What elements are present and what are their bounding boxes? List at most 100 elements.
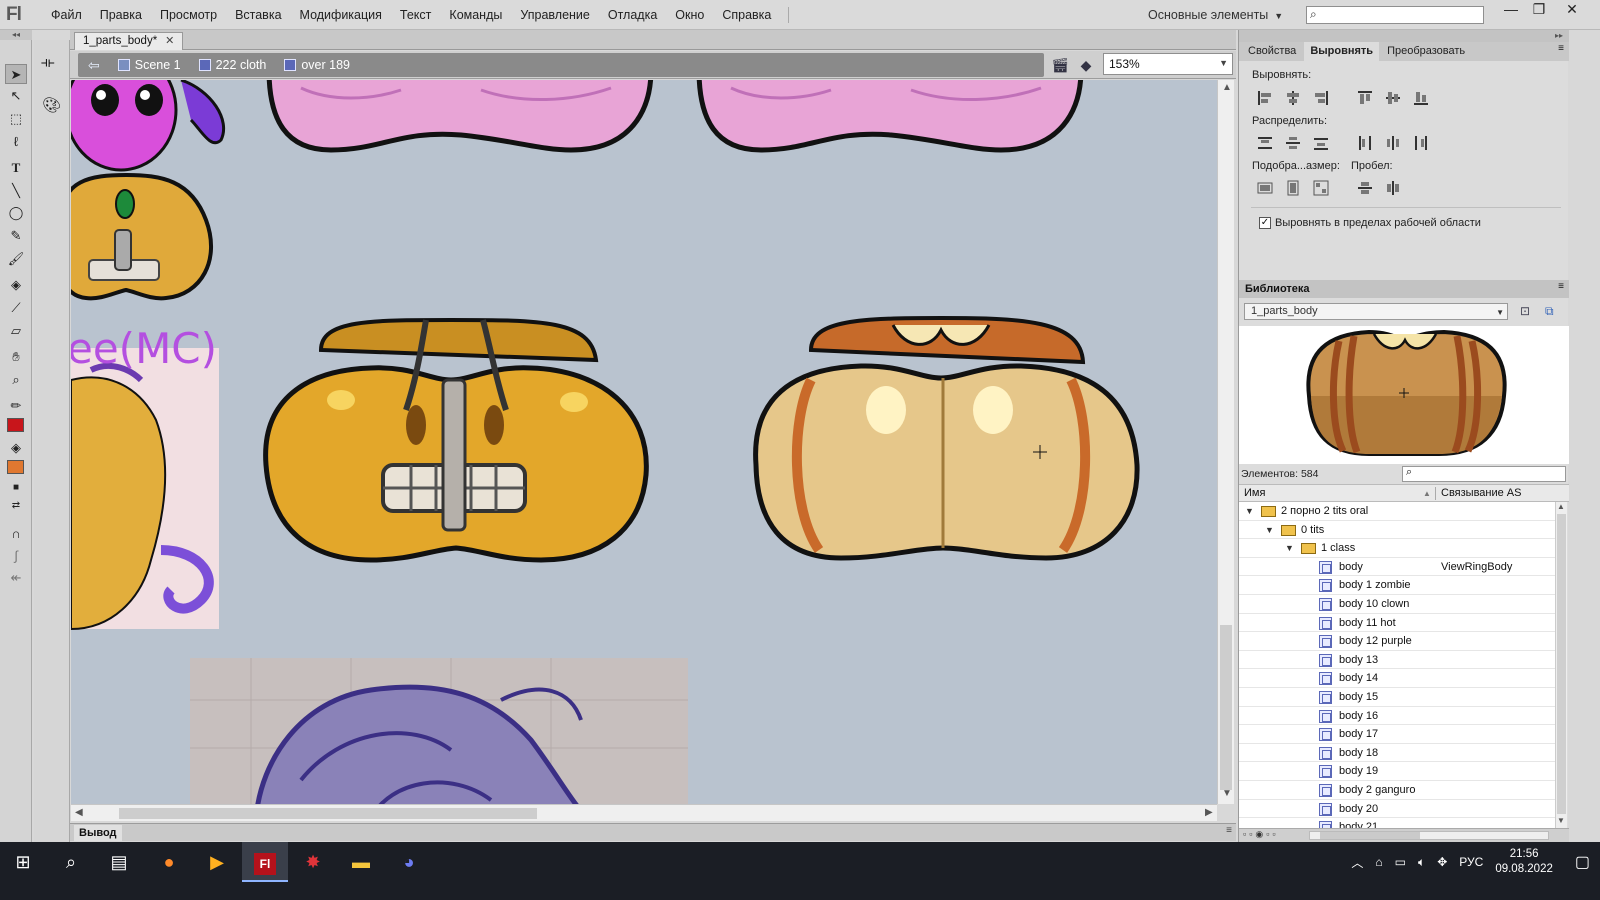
- output-tab[interactable]: Вывод: [74, 825, 122, 841]
- library-folder-row[interactable]: ▼ 1 class: [1239, 539, 1555, 558]
- palette-icon[interactable]: 🎨︎: [42, 96, 61, 114]
- align-hcenter-icon[interactable]: [1284, 89, 1302, 105]
- menu-item-5[interactable]: Текст: [391, 0, 440, 30]
- library-symbol-row[interactable]: body 11 hot: [1239, 613, 1555, 633]
- tray-app-icon[interactable]: ⌂: [1375, 855, 1382, 869]
- scroll-up-icon[interactable]: ▲: [1557, 502, 1565, 511]
- hand-tool-icon[interactable]: ✋︎: [5, 347, 27, 367]
- space-vertical-icon[interactable]: [1356, 179, 1374, 195]
- oval-tool-icon[interactable]: ◯: [5, 203, 27, 223]
- stroke-color-swatch[interactable]: [7, 418, 24, 432]
- match-height-icon[interactable]: [1284, 179, 1302, 196]
- network-icon[interactable]: ▭: [1395, 855, 1406, 869]
- panel-menu-icon[interactable]: ≡: [1558, 43, 1564, 54]
- zoom-select[interactable]: 153% ▼: [1103, 53, 1233, 75]
- edit-scene-icon[interactable]: 🎬︎: [1051, 56, 1069, 74]
- library-menu-icon[interactable]: ≡: [1558, 281, 1564, 292]
- scroll-thumb[interactable]: [1220, 625, 1232, 790]
- back-arrow-icon[interactable]: ⇦: [88, 57, 100, 74]
- to-stage-checkbox-row[interactable]: ✓ Выровнять в пределах рабочей области: [1259, 217, 1481, 229]
- library-document-select[interactable]: 1_parts_body ▼: [1244, 303, 1508, 320]
- straighten-icon[interactable]: ↞: [5, 568, 27, 588]
- pin-library-icon[interactable]: ⊡: [1520, 304, 1530, 318]
- expand-triangle-icon[interactable]: ▼: [1265, 521, 1274, 539]
- lasso-tool-icon[interactable]: ℓ: [5, 132, 27, 152]
- menu-item-9[interactable]: Окно: [666, 0, 713, 30]
- breadcrumb-symbol-2[interactable]: over 189: [284, 58, 350, 72]
- firefox-icon[interactable]: ●: [146, 842, 192, 882]
- notifications-icon[interactable]: ▢: [1575, 852, 1590, 872]
- menu-item-4[interactable]: Модификация: [291, 0, 391, 30]
- menu-item-10[interactable]: Справка: [713, 0, 780, 30]
- free-transform-tool-icon[interactable]: ⬚: [5, 109, 27, 129]
- scroll-thumb[interactable]: [1320, 832, 1420, 839]
- library-scrollbar[interactable]: ▲ ▼: [1555, 502, 1567, 828]
- library-search-input[interactable]: ⌕: [1402, 466, 1566, 482]
- library-symbol-row[interactable]: body ViewRingBody: [1239, 557, 1555, 577]
- tab-properties[interactable]: Свойства: [1242, 42, 1302, 61]
- library-symbol-row[interactable]: body 14: [1239, 669, 1555, 688]
- scroll-up-icon[interactable]: ▲: [1222, 82, 1232, 93]
- menu-item-6[interactable]: Команды: [440, 0, 511, 30]
- swap-colors-icon[interactable]: ⇄: [5, 496, 27, 516]
- distribute-bottom-icon[interactable]: [1312, 134, 1330, 150]
- close-tab-icon[interactable]: ✕: [165, 33, 174, 50]
- distribute-hcenter-icon[interactable]: [1384, 134, 1402, 150]
- scroll-right-icon[interactable]: ▶: [1205, 807, 1213, 818]
- align-bottom-icon[interactable]: [1412, 89, 1430, 105]
- text-tool-icon[interactable]: T: [5, 158, 27, 178]
- checkbox-checked-icon[interactable]: ✓: [1259, 217, 1271, 229]
- eraser-tool-icon[interactable]: ▱: [5, 321, 27, 341]
- library-panel-title[interactable]: Библиотека: [1239, 280, 1569, 298]
- library-symbol-row[interactable]: body 16: [1239, 706, 1555, 726]
- space-horizontal-icon[interactable]: [1384, 179, 1402, 195]
- menu-item-7[interactable]: Управление: [511, 0, 599, 30]
- restore-button[interactable]: ❐: [1525, 0, 1553, 20]
- breadcrumb-scene[interactable]: Scene 1: [117, 58, 181, 72]
- paint-bucket-tool-icon[interactable]: ◈: [5, 275, 27, 295]
- panel-collapse[interactable]: ▸▸: [1239, 30, 1569, 42]
- library-symbol-row[interactable]: body 15: [1239, 688, 1555, 707]
- media-player-icon[interactable]: ▶: [194, 842, 240, 882]
- menu-item-0[interactable]: Файл: [42, 0, 91, 30]
- flash-app-icon[interactable]: Fl: [242, 842, 288, 882]
- expand-triangle-icon[interactable]: ▼: [1285, 539, 1294, 557]
- breadcrumb-symbol-1[interactable]: 222 cloth: [198, 58, 266, 72]
- snap-to-objects-icon[interactable]: ∩: [5, 524, 27, 544]
- menu-item-2[interactable]: Просмотр: [151, 0, 226, 30]
- align-top-icon[interactable]: [1356, 89, 1374, 105]
- library-symbol-row[interactable]: body 12 purple: [1239, 632, 1555, 651]
- library-symbol-row[interactable]: body 20: [1239, 799, 1555, 819]
- menu-item-1[interactable]: Правка: [91, 0, 151, 30]
- search-icon[interactable]: ⌕: [48, 842, 94, 882]
- align-left-icon[interactable]: [1256, 89, 1274, 105]
- eyedropper-tool-icon[interactable]: ⟋: [5, 298, 27, 318]
- library-hscroll[interactable]: [1309, 831, 1549, 840]
- minimize-button[interactable]: —: [1497, 0, 1525, 20]
- library-footer-icons[interactable]: ▫▫◉▫▫: [1243, 829, 1279, 840]
- menu-item-3[interactable]: Вставка: [226, 0, 290, 30]
- close-button[interactable]: ✕: [1558, 0, 1586, 20]
- dropbox-icon[interactable]: ✥: [1437, 855, 1447, 869]
- tab-transform[interactable]: Преобразовать: [1381, 42, 1471, 61]
- menu-item-8[interactable]: Отладка: [599, 0, 666, 30]
- discord-icon[interactable]: ◕: [386, 842, 432, 882]
- distribute-top-icon[interactable]: [1256, 134, 1274, 150]
- distribute-vcenter-icon[interactable]: [1284, 134, 1302, 150]
- column-linkage[interactable]: Связывание AS: [1441, 485, 1521, 502]
- library-symbol-row[interactable]: body 1 zombie: [1239, 576, 1555, 595]
- library-symbol-row[interactable]: body 21: [1239, 818, 1555, 828]
- library-folder-row[interactable]: ▼ 0 tits: [1239, 520, 1555, 540]
- scroll-down-icon[interactable]: ▼: [1222, 788, 1232, 799]
- library-folder-row[interactable]: ▼ 2 порно 2 tits oral: [1239, 502, 1555, 521]
- file-explorer-icon[interactable]: ▬: [338, 842, 384, 882]
- fill-color-swatch[interactable]: [7, 460, 24, 474]
- library-symbol-row[interactable]: body 19: [1239, 762, 1555, 781]
- pencil-tool-icon[interactable]: ✎: [5, 226, 27, 246]
- sort-asc-icon[interactable]: ▲: [1423, 485, 1431, 502]
- tools-collapse[interactable]: ◂◂: [0, 30, 32, 40]
- tab-align[interactable]: Выровнять: [1304, 42, 1380, 61]
- document-tab[interactable]: 1_parts_body* ✕: [74, 32, 184, 50]
- tray-expand-icon[interactable]: ︿: [1351, 854, 1363, 871]
- library-symbol-row[interactable]: body 17: [1239, 725, 1555, 744]
